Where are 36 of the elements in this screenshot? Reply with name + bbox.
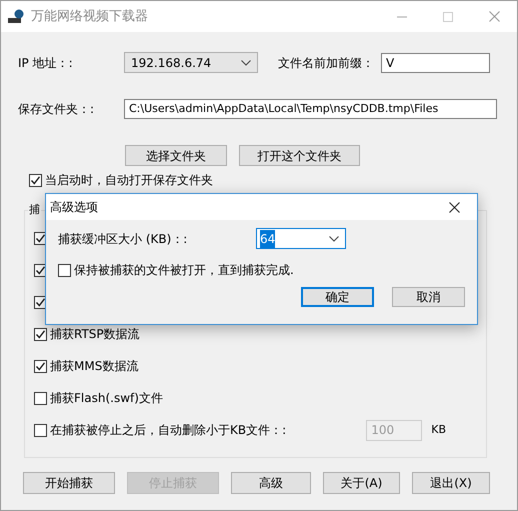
field-label: 保存文件夹：: (18, 101, 96, 118)
dropdown-icon (241, 60, 251, 66)
dialog-button[interactable]: 确定 (301, 287, 374, 307)
app-icon (8, 9, 25, 24)
buffer-dropdown[interactable]: 64 (256, 228, 346, 249)
checkbox-label: 捕获Flash(.swf)文件 (50, 390, 163, 407)
ip-dropdown[interactable]: 192.168.6.74 (124, 52, 258, 73)
checkbox[interactable] (29, 174, 42, 186)
checkbox-label: 保持被捕获的文件被打开，直到捕获完成. (74, 262, 294, 279)
field-label: 文件名前加前缀： (278, 54, 375, 72)
dropdown-icon (329, 236, 339, 242)
field-label: 捕获缓冲区大小 (KB)：: (58, 230, 188, 248)
dialog-title: 高级选项 (50, 199, 98, 216)
checkbox-label: 当启动时，自动打开保存文件夹 (45, 172, 213, 189)
checkbox[interactable] (34, 424, 47, 436)
checkbox[interactable] (34, 392, 47, 404)
checkbox[interactable] (58, 264, 71, 276)
folder-button[interactable]: 打开这个文件夹 (239, 145, 360, 166)
action-button[interactable]: 开始捕获 (23, 472, 115, 494)
unit-label: KB (431, 422, 446, 438)
checkbox-label: 捕获RTSP数据流 (50, 326, 140, 343)
window-title: 万能网络视频下载器 (31, 8, 148, 26)
group-title: 捕 (28, 203, 41, 217)
checkbox-label: 捕获MMS数据流 (50, 358, 138, 375)
folder-field[interactable]: C:\Users\admin\AppData\Local\Temp\nsyCDDB.tmp\Files (124, 99, 497, 119)
action-button[interactable]: 关于(A) (323, 472, 400, 494)
field-label: IP 地址：: (18, 54, 74, 72)
checkbox[interactable] (34, 360, 47, 372)
action-button[interactable]: 高级 (231, 472, 311, 494)
close-icon[interactable] (448, 202, 460, 212)
checkbox-label: 在捕获被停止之后，自动删除小于KB文件：: (50, 422, 286, 439)
dialog-button[interactable]: 取消 (392, 287, 465, 307)
checkbox[interactable] (34, 328, 47, 340)
folder-button[interactable]: 选择文件夹 (125, 145, 227, 166)
prefix-field[interactable]: V (381, 52, 490, 72)
action-button[interactable]: 退出(X) (412, 472, 490, 494)
